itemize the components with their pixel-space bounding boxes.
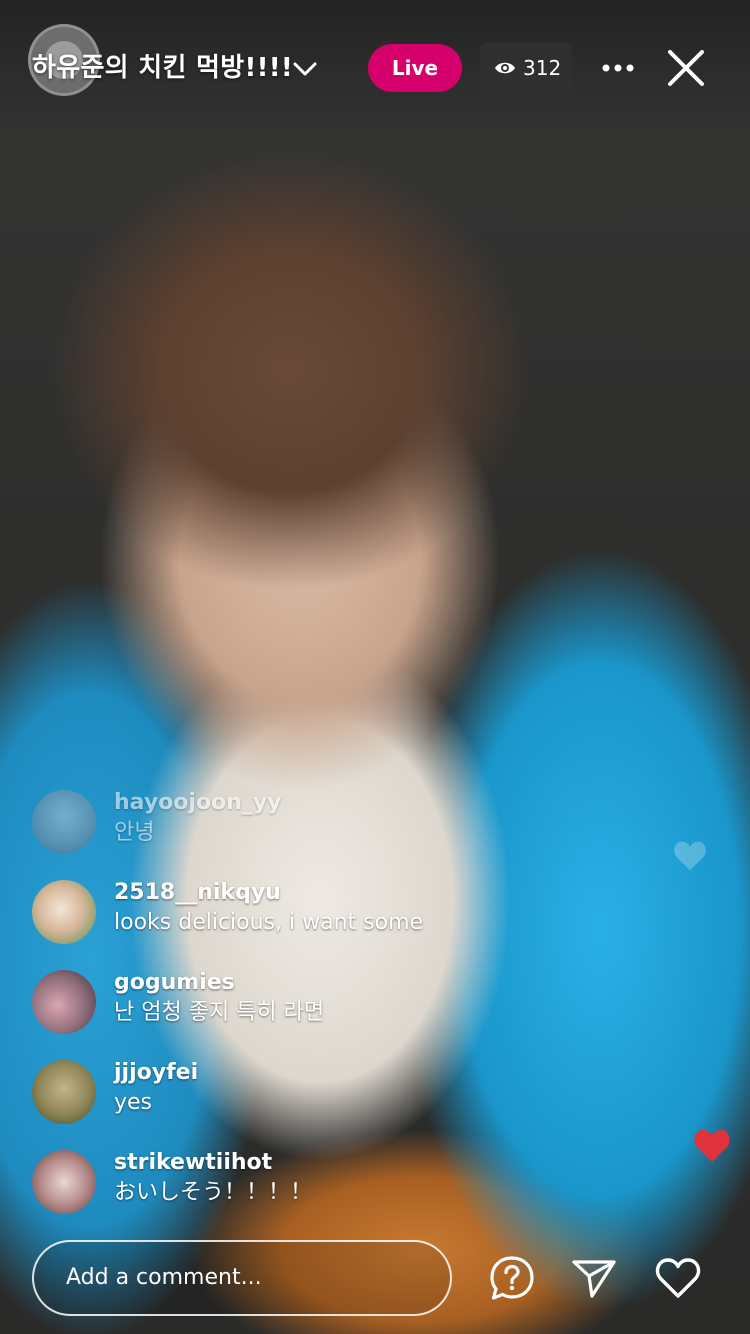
close-icon[interactable]	[664, 46, 708, 90]
comment-username[interactable]: 2518__nikqyu	[114, 876, 281, 910]
live-title[interactable]: 하유준의 치킨 먹방!!!!	[32, 48, 293, 88]
eye-icon	[495, 62, 515, 74]
comment-input[interactable]: Add a comment...	[32, 1240, 452, 1316]
comment-text: おいしそう！！！！	[114, 1180, 313, 1205]
commenter-avatar[interactable]	[32, 1150, 96, 1214]
comment-item: strikewtiihot おいしそう！！！！	[32, 1146, 592, 1236]
send-icon[interactable]	[570, 1254, 618, 1302]
commenter-avatar[interactable]	[32, 880, 96, 944]
comment-list: hayoojoon_yy 안녕 2518__nikqyu looks delic…	[32, 786, 592, 1236]
live-badge: Live	[368, 44, 462, 92]
comment-username[interactable]: strikewtiihot	[114, 1146, 272, 1180]
comment-text: looks delicious, i want some	[114, 910, 424, 935]
heart-icon[interactable]	[654, 1254, 702, 1302]
comment-item: jjjoyfei yes	[32, 1056, 592, 1146]
floating-heart-icon	[694, 1129, 730, 1162]
comment-item: gogumies 난 엄청 좋지 특히 라면	[32, 966, 592, 1056]
comment-text: 난 엄청 좋지 특히 라면	[114, 1000, 325, 1025]
comment-text: yes	[114, 1090, 153, 1115]
viewer-count: 312	[523, 56, 562, 80]
viewer-count-badge[interactable]: 312	[480, 42, 572, 94]
comment-username[interactable]: jjjoyfei	[114, 1056, 198, 1090]
floating-heart-icon	[674, 841, 706, 871]
commenter-avatar[interactable]	[32, 1060, 96, 1124]
question-icon[interactable]	[488, 1254, 536, 1302]
chevron-down-icon[interactable]	[292, 56, 318, 82]
commenter-avatar[interactable]	[32, 790, 96, 854]
commenter-avatar[interactable]	[32, 970, 96, 1034]
comment-username[interactable]: gogumies	[114, 966, 235, 1000]
comment-username[interactable]: hayoojoon_yy	[114, 786, 282, 820]
comment-text: 안녕	[114, 820, 155, 845]
more-icon[interactable]	[598, 50, 638, 86]
comment-item: 2518__nikqyu looks delicious, i want som…	[32, 876, 592, 966]
comment-item: hayoojoon_yy 안녕	[32, 786, 592, 876]
